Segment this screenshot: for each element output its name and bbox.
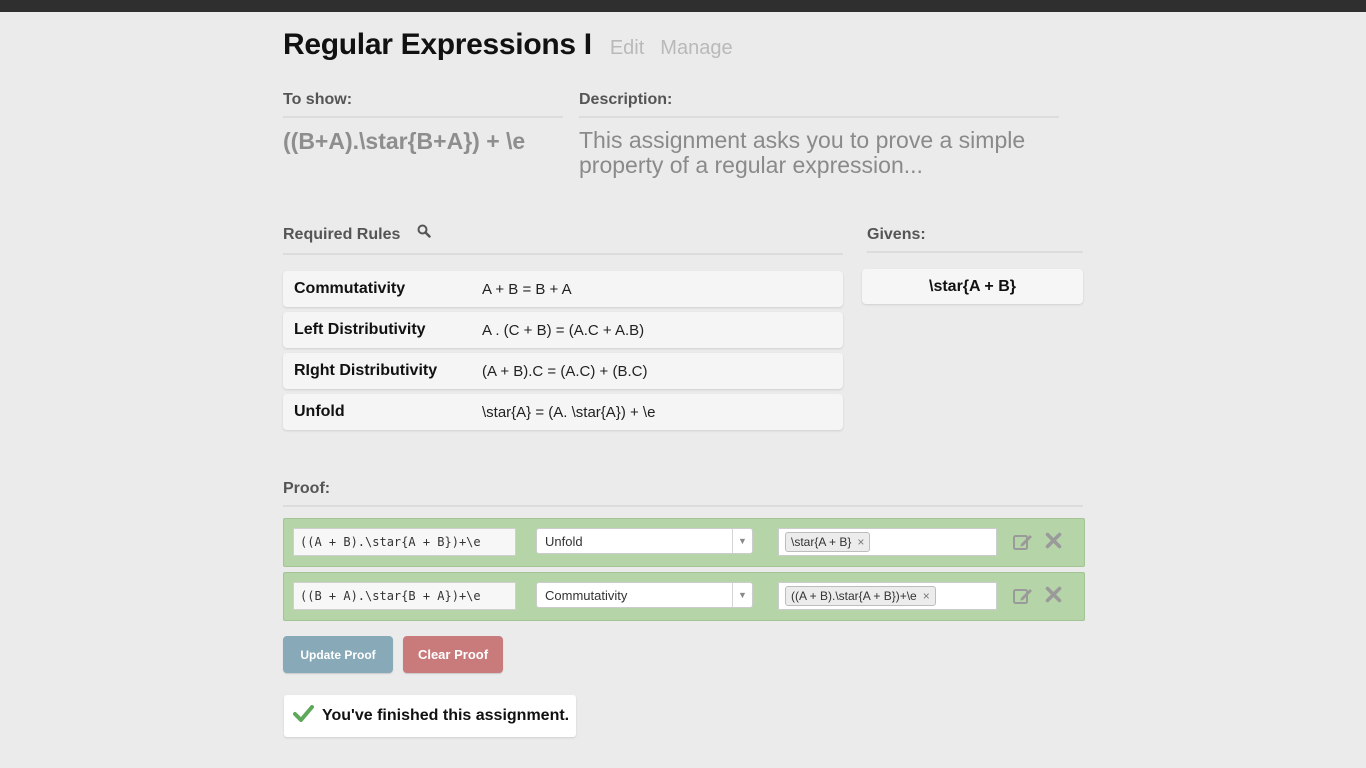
required-rules-list: Commutativity A + B = B + A Left Distrib… [283, 271, 843, 435]
givens-label: Givens: [867, 226, 926, 243]
givens-divider [867, 251, 1083, 253]
rule-formula: (A + B).C = (A.C) + (B.C) [482, 362, 648, 380]
proof-divider [283, 505, 1083, 507]
title-row: Regular Expressions I Edit Manage [283, 28, 733, 68]
given-item[interactable]: \star{A + B} [862, 269, 1083, 304]
delete-icon[interactable] [1045, 586, 1062, 608]
chevron-down-icon[interactable]: ▼ [732, 583, 752, 607]
expression-input[interactable] [293, 582, 516, 610]
browser-top-bar [0, 0, 1366, 12]
page-title: Regular Expressions I [283, 28, 592, 61]
edit-link[interactable]: Edit [610, 37, 644, 60]
expression-input[interactable] [293, 528, 516, 556]
premise-tag-label: \star{A + B} [791, 535, 852, 549]
rule-formula: \star{A} = (A. \star{A}) + \e [482, 403, 656, 421]
edit-icon[interactable] [1013, 587, 1033, 610]
rule-select[interactable]: Commutativity ▼ [536, 582, 753, 608]
rule-formula: A . (C + B) = (A.C + A.B) [482, 321, 645, 339]
close-icon[interactable]: × [923, 589, 930, 603]
proof-label: Proof: [283, 480, 331, 497]
rule-select-value: Commutativity [545, 587, 628, 603]
rule-row-right-distributivity[interactable]: RIght Distributivity (A + B).C = (A.C) +… [283, 353, 843, 389]
rule-name: Unfold [294, 403, 345, 420]
required-rules-header: Required Rules [283, 224, 431, 244]
search-icon[interactable] [417, 224, 431, 243]
to-show-divider [283, 116, 563, 118]
update-proof-button[interactable]: Update Proof [283, 636, 393, 673]
checkmark-icon [293, 705, 314, 727]
premise-tag-input[interactable]: ((A + B).\star{A + B})+\e × [778, 582, 997, 610]
proof-step: Unfold ▼ \star{A + B} × [283, 518, 1085, 567]
rule-row-unfold[interactable]: Unfold \star{A} = (A. \star{A}) + \e [283, 394, 843, 430]
premise-tag-input[interactable]: \star{A + B} × [778, 528, 997, 556]
to-show-value: ((B+A).\star{B+A}) + \e [283, 128, 526, 154]
required-rules-divider [283, 253, 843, 255]
delete-icon[interactable] [1045, 532, 1062, 554]
required-rules-label: Required Rules [283, 226, 401, 243]
rule-name: Left Distributivity [294, 321, 426, 338]
rule-formula: A + B = B + A [482, 280, 572, 298]
completion-text: You've finished this assignment. [322, 707, 570, 724]
to-show-label: To show: [283, 91, 353, 108]
chevron-down-icon[interactable]: ▼ [732, 529, 752, 553]
rule-row-commutativity[interactable]: Commutativity A + B = B + A [283, 271, 843, 307]
rule-name: Commutativity [294, 280, 406, 297]
manage-link[interactable]: Manage [660, 37, 732, 60]
description-text: This assignment asks you to prove a simp… [579, 127, 1026, 178]
premise-tag-label: ((A + B).\star{A + B})+\e [791, 589, 917, 603]
rule-row-left-distributivity[interactable]: Left Distributivity A . (C + B) = (A.C +… [283, 312, 843, 348]
edit-icon[interactable] [1013, 533, 1033, 556]
completion-message: You've finished this assignment. [284, 695, 576, 737]
description-label: Description: [579, 91, 673, 108]
rule-select[interactable]: Unfold ▼ [536, 528, 753, 554]
description-divider [579, 116, 1059, 118]
premise-tag: \star{A + B} × [785, 532, 871, 552]
premise-tag: ((A + B).\star{A + B})+\e × [785, 586, 936, 606]
rule-select-value: Unfold [545, 533, 583, 549]
clear-proof-button[interactable]: Clear Proof [403, 636, 503, 673]
rule-name: RIght Distributivity [294, 362, 438, 379]
proof-step: Commutativity ▼ ((A + B).\star{A + B})+\… [283, 572, 1085, 621]
close-icon[interactable]: × [857, 535, 864, 549]
